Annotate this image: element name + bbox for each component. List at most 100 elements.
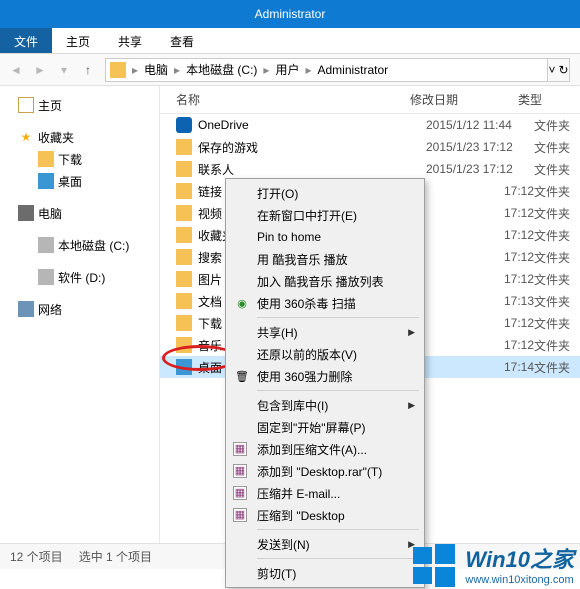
nav-back-button[interactable]: ◄	[5, 59, 27, 81]
file-row[interactable]: OneDrive2015/1/12 11:44文件夹	[160, 114, 580, 136]
tree-item-downloads[interactable]: 下载	[0, 148, 159, 170]
ctx-kugou-add[interactable]: 加入 酷我音乐 播放列表	[229, 270, 421, 292]
ctx-send-to[interactable]: 发送到(N)▶	[229, 533, 421, 555]
file-date: 17:12	[426, 250, 534, 264]
tree-label: 网络	[38, 301, 62, 318]
tab-view[interactable]: 查看	[156, 28, 208, 53]
tree-item-network[interactable]: 网络	[0, 298, 159, 320]
column-headers: 名称 修改日期 类型	[160, 86, 580, 114]
rar-icon: ▦	[233, 486, 247, 500]
file-date: 2015/1/23 17:12	[426, 162, 534, 176]
folder-icon	[176, 337, 192, 353]
file-row[interactable]: 保存的游戏2015/1/23 17:12文件夹	[160, 136, 580, 158]
file-date: 17:12	[426, 184, 534, 198]
ctx-label: 压缩到 "Desktop	[257, 507, 345, 524]
ctx-label: 压缩并 E-mail...	[257, 485, 340, 502]
ctx-add-rar[interactable]: ▦ 添加到压缩文件(A)...	[229, 438, 421, 460]
ctx-label: 添加到压缩文件(A)...	[257, 441, 367, 458]
tab-share[interactable]: 共享	[104, 28, 156, 53]
ctx-include-library[interactable]: 包含到库中(I)▶	[229, 394, 421, 416]
ctx-cut[interactable]: 剪切(T)	[229, 562, 421, 584]
breadcrumb-item[interactable]: Administrator	[313, 63, 392, 77]
status-selected: 选中 1 个项目	[79, 548, 152, 565]
chevron-right-icon[interactable]: ▸	[172, 63, 182, 77]
desktop-icon	[38, 173, 54, 189]
file-date: 17:12	[426, 206, 534, 220]
tree-label: 下载	[58, 151, 82, 168]
watermark-url: www.win10xitong.com	[465, 574, 574, 586]
file-date: 2015/1/23 17:12	[426, 140, 534, 154]
tree-item-favorites[interactable]: ★ 收藏夹	[0, 126, 159, 148]
ctx-label: Pin to home	[257, 230, 321, 244]
ctx-kugou-play[interactable]: 用 酷我音乐 播放	[229, 248, 421, 270]
file-row[interactable]: 联系人2015/1/23 17:12文件夹	[160, 158, 580, 180]
column-type[interactable]: 类型	[518, 91, 576, 108]
folder-icon	[176, 205, 192, 221]
ctx-label: 在新窗口中打开(E)	[257, 207, 357, 224]
file-type: 文件夹	[534, 139, 580, 156]
ctx-rar-to[interactable]: ▦ 压缩到 "Desktop	[229, 504, 421, 526]
ribbon-tabs: 文件 主页 共享 查看	[0, 28, 580, 54]
ctx-label: 用 酷我音乐 播放	[257, 251, 348, 268]
tree-label: 本地磁盘 (C:)	[58, 237, 129, 254]
ctx-label: 使用 360杀毒 扫描	[257, 295, 356, 312]
ctx-label: 共享(H)	[257, 324, 298, 341]
chevron-right-icon[interactable]: ▸	[261, 63, 271, 77]
separator	[257, 529, 419, 530]
desktop-icon	[176, 359, 192, 375]
ctx-share[interactable]: 共享(H)▶	[229, 321, 421, 343]
ctx-label: 包含到库中(I)	[257, 397, 328, 414]
star-icon: ★	[18, 129, 34, 145]
refresh-button[interactable]: ˅ ↻	[548, 58, 570, 82]
tree-item-home[interactable]: 主页	[0, 94, 159, 116]
window-title: Administrator	[255, 7, 326, 21]
rar-icon: ▦	[233, 442, 247, 456]
ctx-label: 发送到(N)	[257, 536, 310, 553]
file-date: 17:14	[426, 360, 534, 374]
breadcrumb[interactable]: ▸ 电脑 ▸ 本地磁盘 (C:) ▸ 用户 ▸ Administrator	[105, 58, 548, 82]
column-name[interactable]: 名称	[160, 91, 410, 108]
tree-item-computer[interactable]: 电脑	[0, 202, 159, 224]
shield-icon: ◉	[233, 294, 251, 312]
ctx-360-delete[interactable]: 🗑使用 360强力删除	[229, 365, 421, 387]
home-icon	[18, 97, 34, 113]
separator	[257, 558, 419, 559]
breadcrumb-item[interactable]: 用户	[271, 61, 303, 78]
ctx-pin-home[interactable]: Pin to home	[229, 226, 421, 248]
tree-item-drive-d[interactable]: 软件 (D:)	[0, 266, 159, 288]
column-date[interactable]: 修改日期	[410, 91, 518, 108]
nav-up-button[interactable]: ↑	[77, 59, 99, 81]
file-date: 17:12	[426, 338, 534, 352]
tree-item-desktop[interactable]: 桌面	[0, 170, 159, 192]
file-type: 文件夹	[534, 227, 580, 244]
chevron-right-icon[interactable]: ▸	[130, 63, 140, 77]
status-count: 12 个项目	[10, 548, 63, 565]
breadcrumb-item[interactable]: 电脑	[140, 61, 172, 78]
ctx-open[interactable]: 打开(O)	[229, 182, 421, 204]
ctx-label: 添加到 "Desktop.rar"(T)	[257, 463, 382, 480]
tree-item-drive-c[interactable]: 本地磁盘 (C:)	[0, 234, 159, 256]
trash-icon: 🗑	[233, 367, 251, 385]
tree-label: 电脑	[38, 205, 62, 222]
ctx-360-scan[interactable]: ◉ 使用 360杀毒 扫描	[229, 292, 421, 314]
file-type: 文件夹	[534, 183, 580, 200]
ctx-restore[interactable]: 还原以前的版本(V)	[229, 343, 421, 365]
nav-forward-button[interactable]: ►	[29, 59, 51, 81]
ctx-add-rar-name[interactable]: ▦添加到 "Desktop.rar"(T)	[229, 460, 421, 482]
rar-icon: ▦	[233, 508, 247, 522]
tab-file[interactable]: 文件	[0, 28, 52, 53]
tab-home[interactable]: 主页	[52, 28, 104, 53]
file-type: 文件夹	[534, 359, 580, 376]
tree-label: 桌面	[58, 173, 82, 190]
ctx-label: 加入 酷我音乐 播放列表	[257, 273, 384, 290]
file-type: 文件夹	[534, 205, 580, 222]
breadcrumb-item[interactable]: 本地磁盘 (C:)	[182, 61, 261, 78]
chevron-right-icon[interactable]: ▸	[303, 63, 313, 77]
ctx-rar-email[interactable]: ▦ 压缩并 E-mail...	[229, 482, 421, 504]
network-icon	[18, 301, 34, 317]
folder-icon	[176, 271, 192, 287]
nav-recent-button[interactable]: ▾	[53, 59, 75, 81]
folder-icon	[176, 227, 192, 243]
ctx-pin-start[interactable]: 固定到"开始"屏幕(P)	[229, 416, 421, 438]
ctx-open-new-window[interactable]: 在新窗口中打开(E)	[229, 204, 421, 226]
